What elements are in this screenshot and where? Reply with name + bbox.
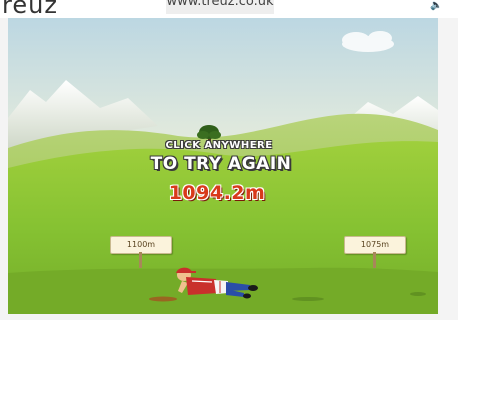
sign-post: [373, 252, 376, 268]
site-header: reuz www.treuz.co.uk 🔈: [0, 0, 458, 18]
distance-marker-label: 1100m: [126, 240, 156, 249]
player-character: [176, 267, 258, 299]
url-tab: www.treuz.co.uk: [166, 0, 274, 14]
ground-shadow: [410, 292, 426, 296]
sign-post: [139, 252, 142, 268]
game-canvas[interactable]: CLICK ANYWHERE TO TRY AGAIN 1094.2m 1100…: [8, 18, 438, 314]
distance-marker-label: 1075m: [360, 240, 390, 249]
ground-shadow: [292, 297, 324, 301]
distance-score: 1094.2m: [168, 182, 266, 204]
cloud: [342, 31, 394, 52]
site-url[interactable]: www.treuz.co.uk: [166, 0, 274, 9]
retry-prompt-small: CLICK ANYWHERE: [165, 140, 273, 151]
site-logo[interactable]: reuz: [2, 0, 58, 18]
retry-prompt-large: TO TRY AGAIN: [150, 154, 292, 174]
page: reuz www.treuz.co.uk 🔈 CLICK ANYWHERE TO…: [0, 0, 500, 400]
speaker-icon[interactable]: 🔈: [430, 0, 442, 11]
